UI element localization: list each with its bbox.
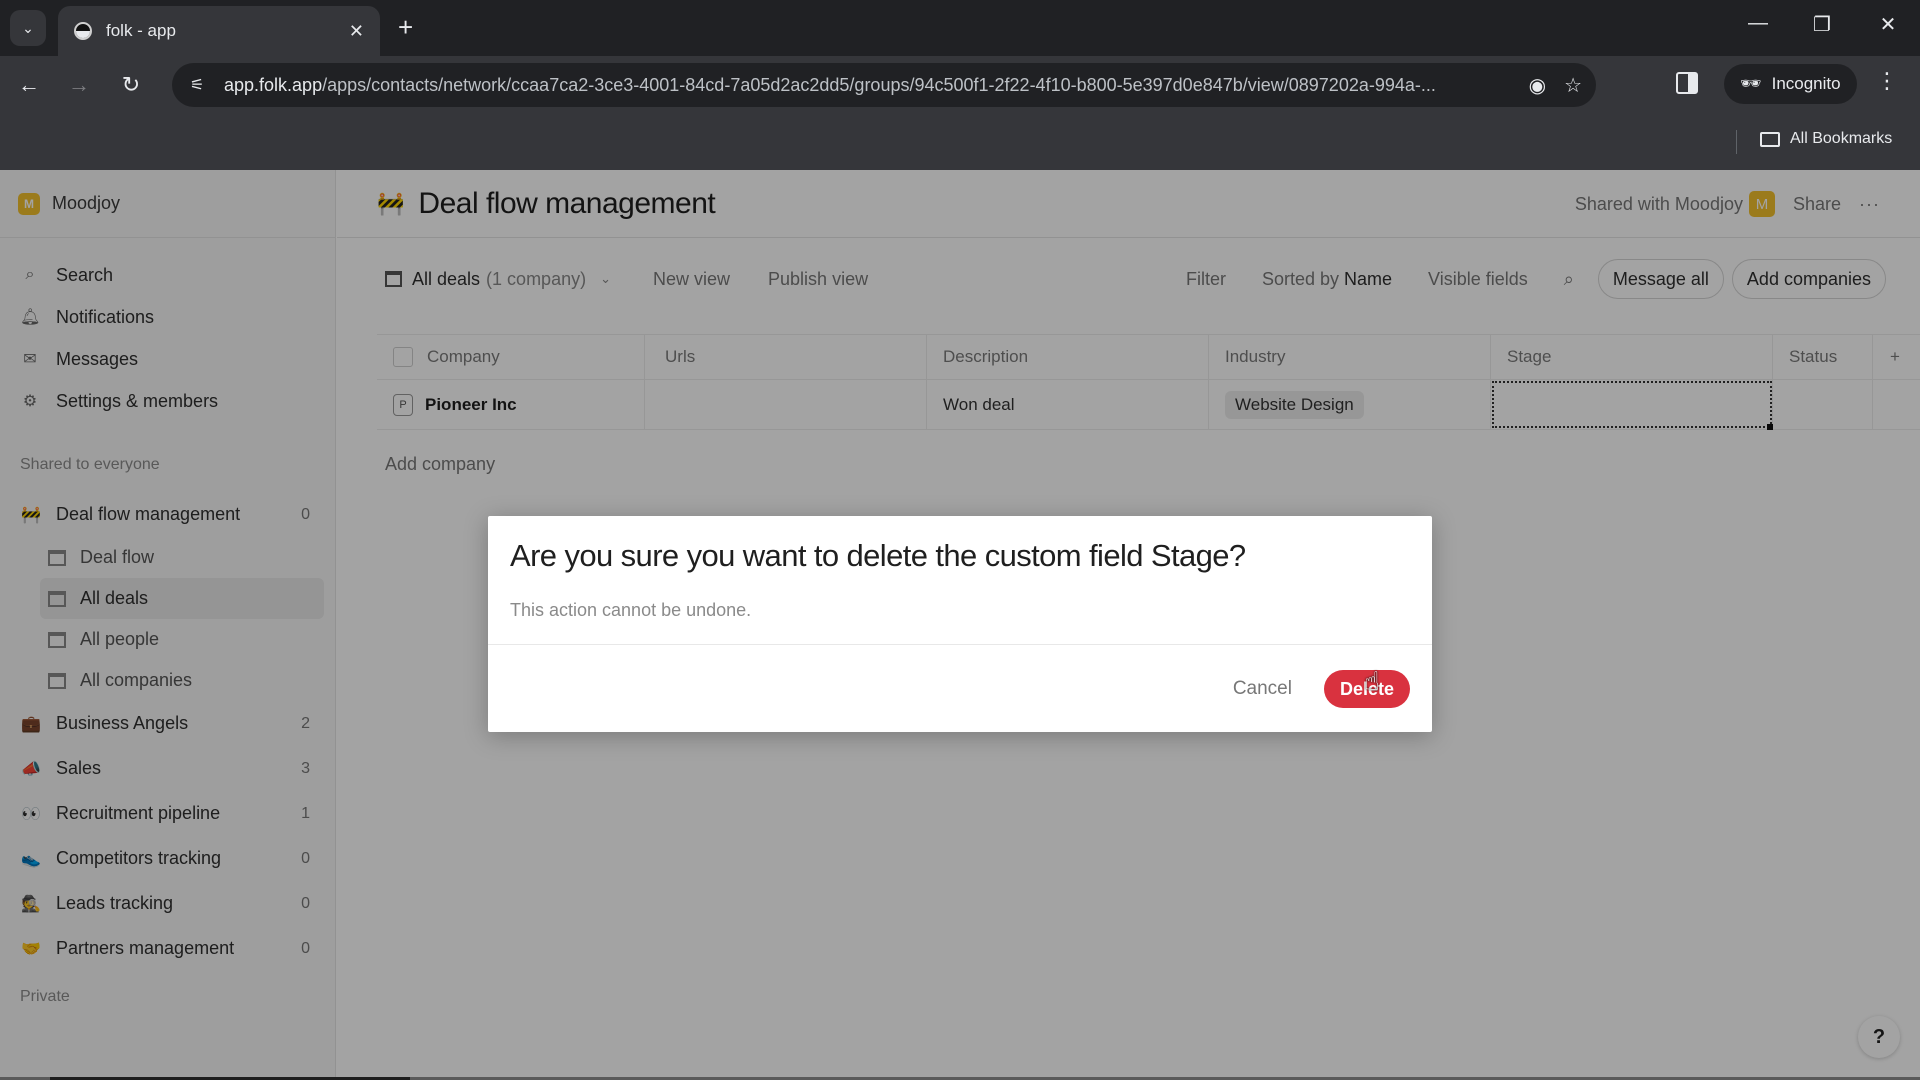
restore-window-button[interactable]: ❐ (1802, 12, 1842, 37)
bookmarks-divider (1736, 130, 1737, 154)
dialog-description: This action cannot be undone. (510, 600, 752, 620)
reload-icon: ↻ (121, 72, 141, 97)
side-panel-icon[interactable] (1676, 72, 1698, 94)
tab-title: folk - app (106, 21, 176, 40)
reload-button[interactable]: ↻ (114, 68, 148, 102)
chevron-down-icon: ⌄ (22, 19, 34, 36)
eye-off-icon[interactable]: ◉ (1529, 73, 1546, 98)
bookmarks-bar: All Bookmarks (0, 114, 1920, 170)
close-tab-icon[interactable]: ✕ (349, 21, 364, 42)
dialog-actions: Cancel Delete (1233, 670, 1410, 708)
browser-menu-icon[interactable]: ⋮ (1876, 68, 1898, 94)
back-button[interactable]: ← (12, 68, 46, 102)
browser-toolbar: ← → ↻ ⚟ app.folk.app/apps/contacts/netwo… (0, 56, 1920, 114)
close-window-button[interactable]: ✕ (1868, 12, 1908, 37)
browser-tab[interactable]: folk - app ✕ (58, 6, 380, 56)
all-bookmarks-button[interactable]: All Bookmarks (1760, 130, 1892, 148)
minimize-window-button[interactable]: — (1738, 12, 1778, 35)
new-tab-button[interactable]: + (398, 12, 413, 42)
site-settings-icon[interactable]: ⚟ (186, 75, 208, 95)
incognito-indicator[interactable]: 🕶 Incognito (1724, 64, 1857, 104)
star-icon[interactable]: ☆ (1564, 73, 1582, 98)
folk-favicon-icon (74, 22, 92, 40)
folder-icon (1760, 131, 1780, 147)
forward-button[interactable]: → (62, 68, 96, 102)
all-bookmarks-label: All Bookmarks (1790, 130, 1893, 147)
url-text[interactable]: app.folk.app/apps/contacts/network/ccaa7… (224, 75, 1511, 96)
arrow-right-icon: → (68, 72, 90, 97)
browser-tabstrip: ⌄ folk - app ✕ + — ❐ ✕ (0, 0, 1920, 56)
address-bar[interactable]: ⚟ app.folk.app/apps/contacts/network/cca… (172, 63, 1596, 107)
dialog-title: Are you sure you want to delete the cust… (510, 538, 1246, 573)
cancel-button[interactable]: Cancel (1233, 678, 1292, 700)
url-path: /apps/contacts/network/ccaa7ca2-3ce3-400… (322, 74, 1436, 95)
incognito-label: Incognito (1771, 74, 1841, 93)
dialog-divider (488, 644, 1432, 645)
hand-cursor-icon: ☝ (1364, 666, 1380, 696)
tab-search-button[interactable]: ⌄ (10, 10, 46, 46)
delete-field-dialog: Are you sure you want to delete the cust… (488, 516, 1432, 732)
incognito-icon: 🕶 (1740, 74, 1762, 93)
arrow-left-icon: ← (18, 72, 40, 97)
url-host: app.folk.app (224, 74, 323, 95)
